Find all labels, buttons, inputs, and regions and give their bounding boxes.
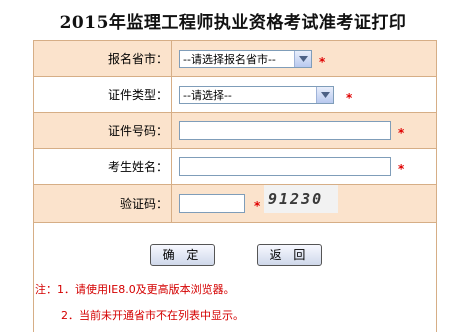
print-form: 报名省市： --请选择报名省市-- * 证件类型： --请选择-- * 证件号码…	[33, 40, 437, 332]
chevron-down-icon[interactable]	[294, 51, 311, 67]
required-mark: *	[398, 126, 405, 140]
cert-type-label: 证件类型：	[34, 77, 172, 112]
cert-no-row: 证件号码： *	[34, 113, 436, 149]
page-title: 2015年监理工程师执业资格考试准考证打印	[59, 13, 407, 33]
chevron-down-icon[interactable]	[316, 87, 333, 103]
province-select[interactable]: --请选择报名省市--	[179, 50, 312, 68]
name-label: 考生姓名：	[34, 149, 172, 184]
cert-no-label: 证件号码：	[34, 113, 172, 148]
captcha-label: 验证码：	[34, 185, 172, 222]
captcha-input[interactable]	[179, 194, 245, 213]
required-mark: *	[346, 91, 353, 105]
confirm-button[interactable]: 确 定	[150, 244, 215, 266]
cert-type-select[interactable]: --请选择--	[179, 86, 334, 104]
required-mark: *	[398, 162, 405, 176]
province-select-value: --请选择报名省市--	[183, 53, 276, 66]
cert-type-row: 证件类型： --请选择-- *	[34, 77, 436, 113]
province-label: 报名省市：	[34, 41, 172, 76]
name-input[interactable]	[179, 157, 391, 176]
required-mark: *	[319, 55, 326, 69]
name-row: 考生姓名： *	[34, 149, 436, 185]
note-line-1: 注：1．请使用IE8.0及更高版本浏览器。	[35, 283, 235, 296]
province-row: 报名省市： --请选择报名省市-- *	[34, 41, 436, 77]
cert-type-select-value: --请选择--	[183, 89, 232, 102]
required-mark: *	[254, 199, 261, 213]
captcha-image[interactable]: 91230	[264, 185, 338, 213]
back-button[interactable]: 返 回	[257, 244, 322, 266]
cert-no-input[interactable]	[179, 121, 391, 140]
note-line-2: 2．当前未开通省市不在列表中显示。	[61, 309, 244, 322]
captcha-row: 验证码： * 91230	[34, 185, 436, 223]
